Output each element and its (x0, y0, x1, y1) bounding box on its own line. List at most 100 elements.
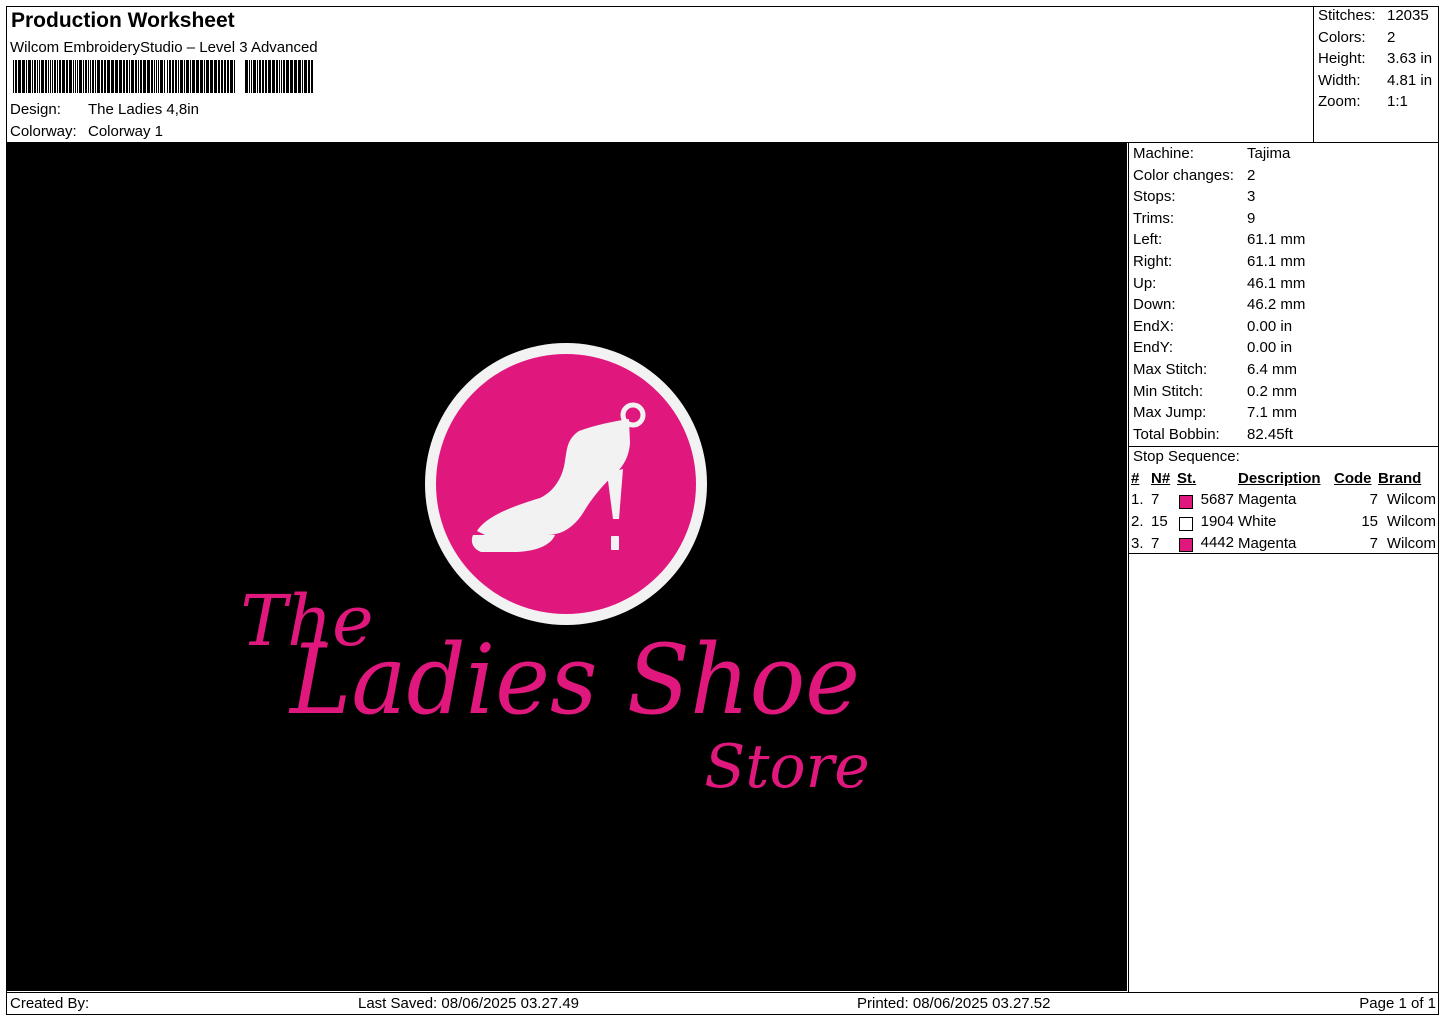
barcode-bar (253, 60, 256, 93)
stop-num-text: 1. (1131, 491, 1144, 509)
machine-info-label: Max Jump: (1133, 404, 1207, 422)
barcode-bar (85, 60, 87, 93)
machine-info-label: Up: (1133, 274, 1157, 292)
barcode-bar (135, 60, 137, 93)
col-n: N# (1151, 470, 1171, 487)
machine-info-value: 6.4 mm (1247, 360, 1298, 378)
machine-info-value: 3 (1247, 188, 1256, 206)
barcode-bar (90, 60, 91, 93)
colors-value: 2 (1387, 28, 1396, 46)
stop-sequence-row: 3. 7 4442 Magenta 7 Wilcom (1131, 532, 1436, 554)
barcode-bar (54, 60, 56, 93)
stop-stitches: 5687 (1177, 489, 1234, 511)
barcode-bar (39, 60, 40, 93)
barcode-bar (259, 60, 261, 93)
barcode-bar (204, 60, 205, 93)
barcode-bar (97, 60, 100, 93)
machine-info-label: Stops: (1133, 188, 1176, 206)
barcode-bar (249, 60, 250, 93)
logo-badge (425, 343, 707, 625)
barcode-bar (172, 60, 174, 93)
barcode-bar (272, 60, 275, 93)
barcode-bar (62, 60, 65, 93)
barcode-bar (290, 60, 293, 93)
machine-info-row: Right: 61.1 mm (1133, 251, 1305, 273)
barcode (13, 60, 313, 93)
color-swatch-icon (1179, 494, 1193, 509)
stop-num: 1. (1131, 489, 1151, 511)
barcode-bar (101, 60, 103, 93)
machine-info-value: Tajima (1247, 145, 1291, 162)
stop-stitches-text: 5687 (1200, 490, 1234, 508)
stop-brand-text: Wilcom (1386, 513, 1436, 531)
machine-info-value: 46.2 mm (1247, 296, 1306, 314)
barcode-bar (147, 60, 150, 93)
stop-description: Magenta (1234, 532, 1334, 554)
machine-info-label: Left: (1133, 231, 1163, 249)
stop-sequence-row: 1. 7 5687 Magenta 7 Wilcom (1131, 489, 1436, 511)
stitches-value: 12035 (1387, 7, 1429, 24)
logo-text-ladies-shoe: Ladies Shoe (288, 624, 860, 736)
machine-info-panel: Machine: Tajima Color changes: 2 Stops: 3 Trim… (1133, 143, 1305, 445)
last-saved: Last Saved: 08/06/2025 03.27.49 (358, 995, 580, 1012)
machine-info-label: Right: (1133, 252, 1173, 270)
barcode-bar (175, 60, 177, 93)
stop-brand: Wilcom (1378, 489, 1436, 511)
stop-sequence-divider (1128, 446, 1439, 447)
machine-info-value: 82.45ft (1247, 425, 1293, 443)
barcode-bar (286, 60, 289, 93)
stop-sequence-title: Stop Sequence: (1133, 448, 1240, 465)
stop-description: Magenta (1234, 489, 1334, 511)
design-preview: The Ladies Shoe Store (7, 143, 1127, 991)
barcode-bar (302, 60, 303, 93)
machine-info-row: Total Bobbin: 82.45ft (1133, 424, 1305, 446)
stitches-label: Stitches: (1318, 7, 1376, 24)
machine-info-row: Color changes: 2 (1133, 165, 1305, 187)
machine-info-label: EndY: (1133, 339, 1174, 357)
barcode-bar (221, 60, 223, 93)
barcode-bar (178, 60, 179, 93)
machine-info-value: 61.1 mm (1247, 231, 1306, 249)
machine-info-row: Left: 61.1 mm (1133, 229, 1305, 251)
barcode-bar (41, 60, 44, 93)
stop-needle: 15 (1151, 511, 1177, 533)
barcode-bar (129, 60, 130, 93)
stop-num-text: 3. (1131, 534, 1144, 552)
stop-description-text: Magenta (1238, 534, 1297, 552)
barcode-bar (184, 60, 185, 93)
col-num: # (1131, 470, 1140, 487)
footer-divider (6, 992, 1439, 993)
barcode-bar (79, 60, 82, 93)
height-label: Height: (1318, 50, 1366, 68)
barcode-bar (164, 60, 165, 93)
stop-brand-text: Wilcom (1386, 534, 1436, 552)
machine-info-row: Max Jump: 7.1 mm (1133, 402, 1305, 424)
barcode-bar (45, 60, 47, 93)
machine-info-row: Stops: 3 (1133, 186, 1305, 208)
barcode-bar (218, 60, 220, 93)
col-code: Code (1334, 470, 1372, 487)
barcode-bar (167, 60, 168, 93)
color-swatch-icon (1179, 538, 1193, 553)
barcode-bar (210, 60, 213, 93)
height-value: 3.63 in (1387, 50, 1433, 68)
barcode-bar (34, 60, 36, 93)
machine-info-row: Max Stitch: 6.4 mm (1133, 359, 1305, 381)
barcode-bar (26, 60, 27, 93)
barcode-bar (88, 60, 89, 93)
barcode-bar (28, 60, 31, 93)
barcode-bar (281, 60, 282, 93)
machine-info-label: Max Stitch: (1133, 360, 1208, 378)
summary-panel: Stitches: 12035 Colors: 2 Height: 3.63 in W… (1318, 5, 1432, 113)
barcode-bar (73, 60, 74, 93)
page-title: Production Worksheet (11, 9, 235, 32)
zoom-value: 1:1 (1387, 93, 1408, 111)
summary-divider (1313, 6, 1314, 143)
machine-info-value: 9 (1247, 209, 1256, 227)
barcode-bar (154, 60, 155, 93)
machine-info-row: EndX: 0.00 in (1133, 316, 1305, 338)
zoom-label: Zoom: (1318, 93, 1361, 111)
stop-needle-text: 15 (1151, 513, 1168, 531)
barcode-bar (234, 60, 235, 93)
stop-sequence-header: # N# St. Description Code Brand (1131, 468, 1436, 489)
